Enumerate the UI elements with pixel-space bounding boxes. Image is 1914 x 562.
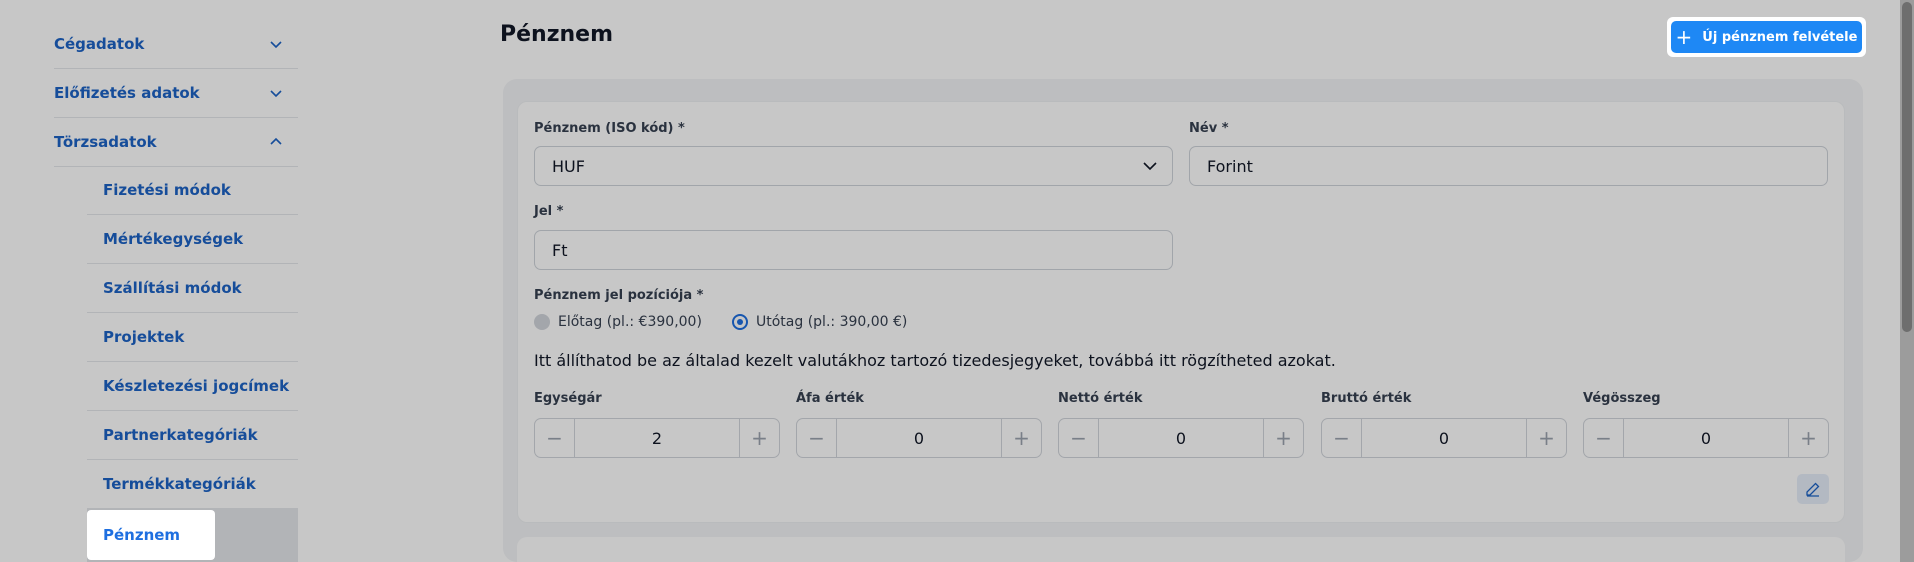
symbol-input-value: Ft bbox=[552, 240, 568, 260]
total-label: Végösszeg bbox=[1583, 391, 1661, 406]
name-label: Név * bbox=[1189, 121, 1229, 136]
sidebar-section-torzsadatok[interactable]: Törzsadatok bbox=[54, 118, 298, 167]
gross-value-label: Bruttó érték bbox=[1321, 391, 1412, 406]
radio-suffix[interactable]: Utótag (pl.: 390,00 €) bbox=[732, 314, 907, 330]
sidebar-item-label: Pénznem bbox=[103, 526, 181, 544]
sidebar-item-label: Szállítási módok bbox=[103, 279, 242, 297]
decrement-button[interactable]: − bbox=[1322, 419, 1362, 457]
sidebar: Cégadatok Előfizetés adatok Törzsadatok … bbox=[40, 0, 298, 562]
sidebar-item-partnerkategoriak[interactable]: Partnerkategóriák bbox=[87, 411, 298, 460]
sidebar-item-szallitasi-modok[interactable]: Szállítási módok bbox=[87, 264, 298, 313]
currency-label: Pénznem (ISO kód) * bbox=[534, 121, 685, 136]
sidebar-section-label: Előfizetés adatok bbox=[54, 84, 200, 102]
position-label: Pénznem jel pozíciója * bbox=[534, 288, 704, 303]
total-value[interactable]: 0 bbox=[1624, 419, 1788, 457]
radio-circle-on[interactable] bbox=[732, 314, 748, 330]
increment-button[interactable]: + bbox=[739, 419, 779, 457]
gross-value-stepper: − 0 + bbox=[1321, 418, 1567, 458]
sidebar-section-label: Törzsadatok bbox=[54, 133, 157, 151]
decrement-button[interactable]: − bbox=[535, 419, 575, 457]
currency-select-value: HUF bbox=[552, 156, 585, 176]
add-currency-button-label: Új pénznem felvétele bbox=[1702, 29, 1858, 45]
add-currency-button[interactable]: + Új pénznem felvétele bbox=[1671, 21, 1862, 53]
increment-button[interactable]: + bbox=[1001, 419, 1041, 457]
radio-prefix-label: Előtag (pl.: €390,00) bbox=[558, 314, 702, 330]
scrollbar[interactable] bbox=[1900, 0, 1914, 562]
chevron-up-icon bbox=[270, 137, 282, 145]
sidebar-section-label: Cégadatok bbox=[54, 35, 145, 53]
sidebar-section-cegadatok[interactable]: Cégadatok bbox=[54, 20, 298, 69]
sidebar-item-label: Projektek bbox=[103, 328, 185, 346]
plus-icon: + bbox=[1675, 25, 1693, 49]
radio-suffix-label: Utótag (pl.: 390,00 €) bbox=[756, 314, 908, 330]
sidebar-item-label: Készletezési jogcímek bbox=[103, 377, 290, 395]
gross-value-value[interactable]: 0 bbox=[1362, 419, 1526, 457]
pencil-icon bbox=[1806, 482, 1820, 497]
name-input-value: Forint bbox=[1207, 156, 1253, 176]
add-button-highlight: + Új pénznem felvétele bbox=[1667, 17, 1866, 57]
vat-value-stepper: − 0 + bbox=[796, 418, 1042, 458]
decrement-button[interactable]: − bbox=[1059, 419, 1099, 457]
net-value-stepper: − 0 + bbox=[1058, 418, 1304, 458]
net-value-value[interactable]: 0 bbox=[1099, 419, 1263, 457]
page: Cégadatok Előfizetés adatok Törzsadatok … bbox=[0, 0, 1914, 562]
sidebar-item-label: Termékkategóriák bbox=[103, 475, 256, 493]
unit-price-label: Egységár bbox=[534, 391, 602, 406]
increment-button[interactable]: + bbox=[1788, 419, 1828, 457]
sidebar-section-elofizetes[interactable]: Előfizetés adatok bbox=[54, 69, 298, 118]
symbol-input[interactable]: Ft bbox=[534, 230, 1173, 270]
chevron-down-icon bbox=[1143, 162, 1157, 171]
currency-select[interactable]: HUF bbox=[534, 146, 1173, 186]
decrement-button[interactable]: − bbox=[1584, 419, 1624, 457]
total-stepper: − 0 + bbox=[1583, 418, 1829, 458]
unit-price-value[interactable]: 2 bbox=[575, 419, 739, 457]
decrement-button[interactable]: − bbox=[797, 419, 837, 457]
currency-card-next bbox=[517, 537, 1845, 562]
sidebar-item-termekkategoriak[interactable]: Termékkategóriák bbox=[87, 460, 298, 509]
sidebar-item-label: Mértékegységek bbox=[103, 230, 244, 248]
chevron-down-icon bbox=[270, 90, 282, 98]
sidebar-item-projektek[interactable]: Projektek bbox=[87, 313, 298, 362]
unit-price-stepper: − 2 + bbox=[534, 418, 780, 458]
sidebar-item-label: Fizetési módok bbox=[103, 181, 231, 199]
increment-button[interactable]: + bbox=[1526, 419, 1566, 457]
sidebar-item-keszletezesi-jogcimek[interactable]: Készletezési jogcímek bbox=[87, 362, 298, 411]
name-input[interactable]: Forint bbox=[1189, 146, 1828, 186]
vat-value-label: Áfa érték bbox=[796, 391, 864, 406]
radio-circle-off[interactable] bbox=[534, 314, 550, 330]
sidebar-item-mertekegysegek[interactable]: Mértékegységek bbox=[87, 215, 298, 264]
edit-button[interactable] bbox=[1797, 474, 1829, 504]
sidebar-item-fizetesi-modok[interactable]: Fizetési módok bbox=[87, 166, 298, 215]
sidebar-item-label: Partnerkategóriák bbox=[103, 426, 258, 444]
page-title: Pénznem bbox=[500, 22, 614, 47]
radio-prefix[interactable]: Előtag (pl.: €390,00) bbox=[534, 314, 702, 330]
net-value-label: Nettó érték bbox=[1058, 391, 1143, 406]
decimals-info-text: Itt állíthatod be az általad kezelt valu… bbox=[534, 351, 1336, 370]
sidebar-item-penznem[interactable]: Pénznem bbox=[87, 510, 215, 560]
increment-button[interactable]: + bbox=[1263, 419, 1303, 457]
chevron-down-icon bbox=[270, 41, 282, 49]
scrollbar-thumb[interactable] bbox=[1902, 2, 1912, 332]
vat-value-value[interactable]: 0 bbox=[837, 419, 1001, 457]
symbol-label: Jel * bbox=[534, 204, 564, 219]
